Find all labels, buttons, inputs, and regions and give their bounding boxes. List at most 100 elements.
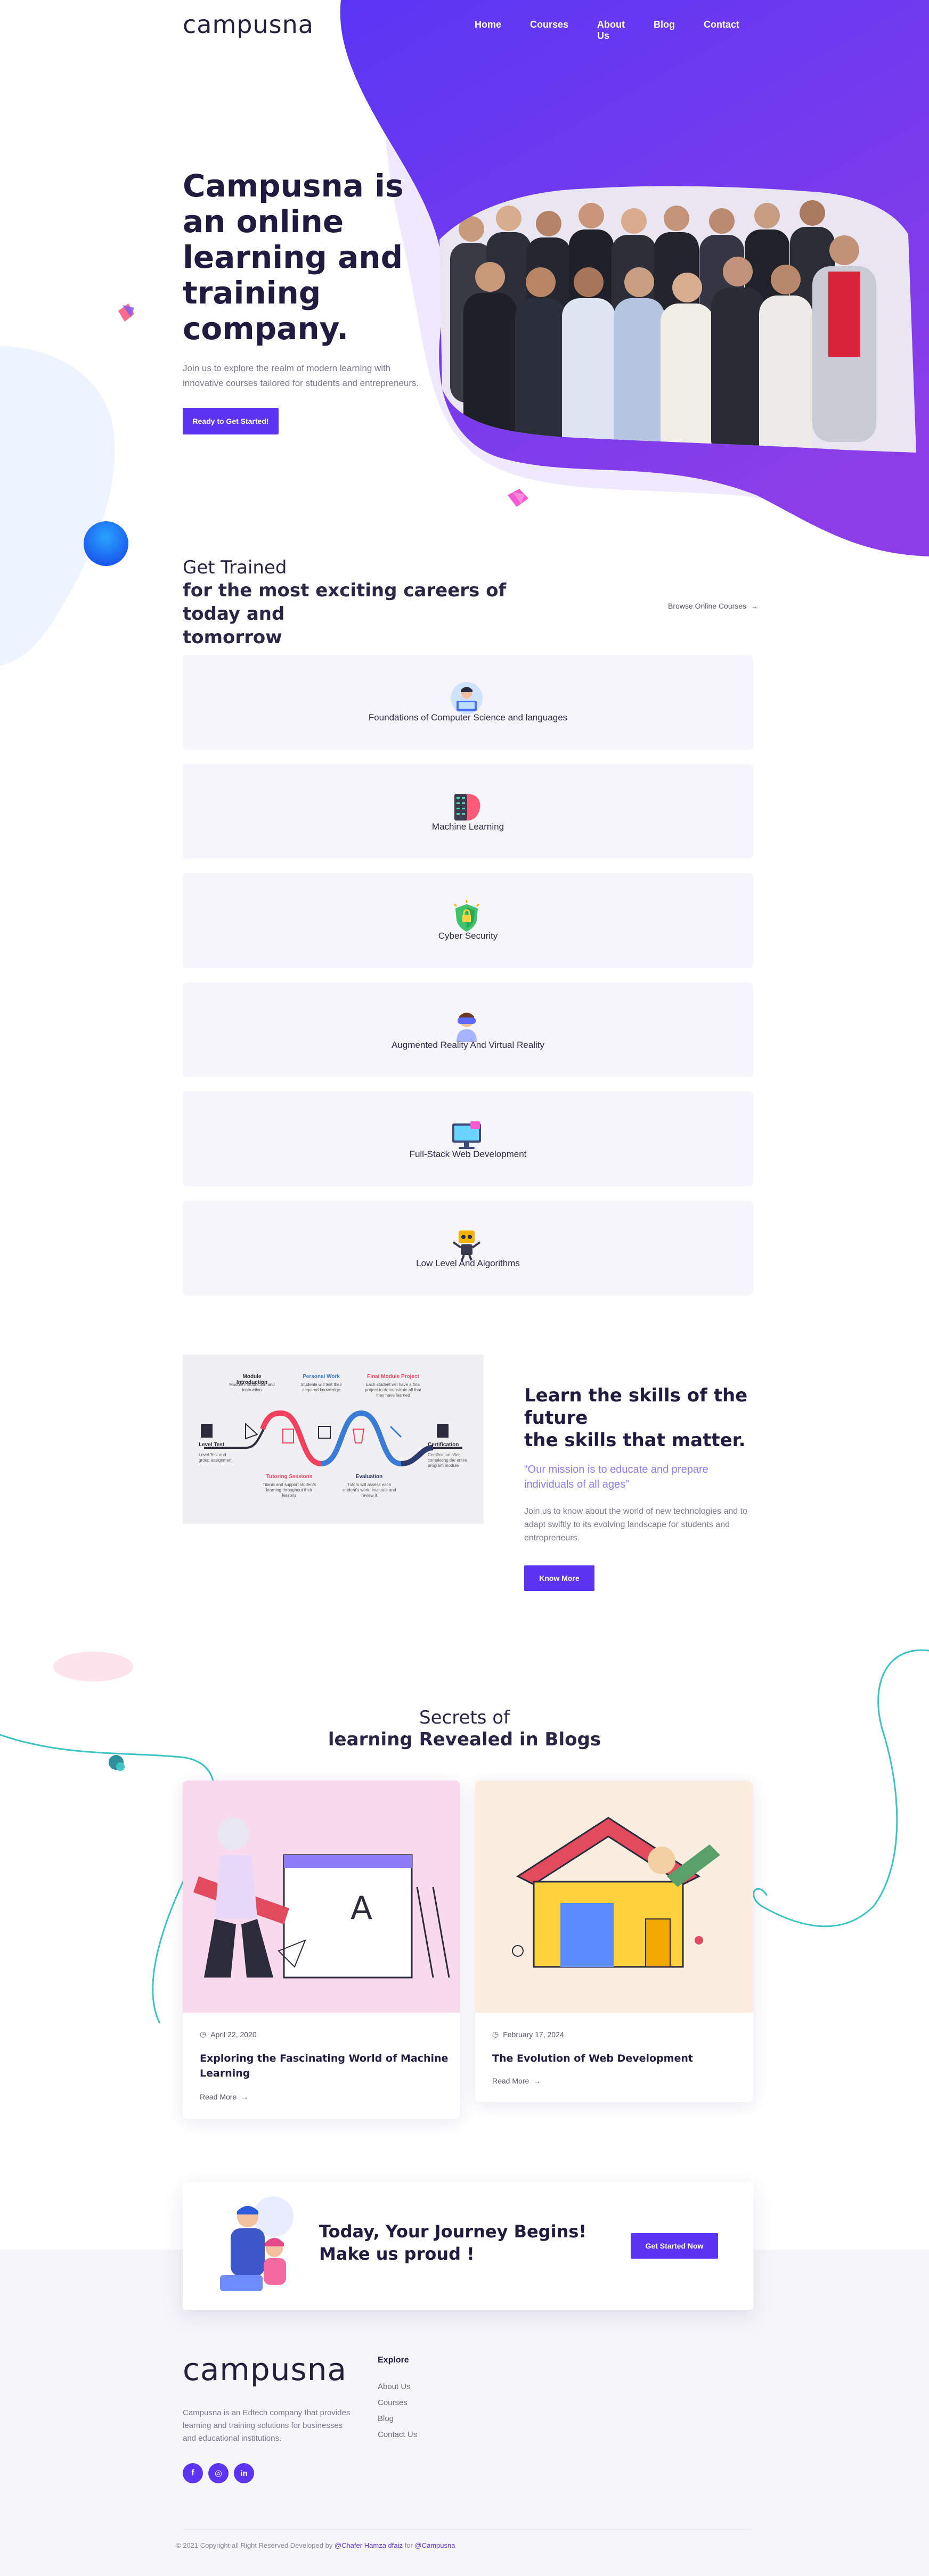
hero-title-line: company. [183, 310, 349, 347]
browse-courses-link[interactable]: Browse Online Courses → [668, 602, 758, 610]
skills-body-line: adapt swiftly to its evolving landscape … [524, 1520, 730, 1529]
courses-heading-line: tomorrow [183, 627, 282, 648]
nav-about-us[interactable]: About Us [597, 19, 625, 42]
learning-path-infographic: Module Introduction Module introduction … [183, 1355, 484, 1524]
step-desc: Tutors will assess each student's work, … [342, 1482, 396, 1498]
clock-icon: ◷ [492, 2030, 499, 2038]
step-title: Certification [428, 1442, 459, 1448]
instagram-icon[interactable]: ◎ [208, 2463, 229, 2483]
arrow-right-icon: → [533, 2077, 541, 2085]
post-date: ◷ February 17, 2024 [492, 2030, 564, 2039]
footer-link-about-us[interactable]: About Us [378, 2382, 411, 2391]
post-date-text: April 22, 2020 [210, 2030, 257, 2039]
course-label: Low Level And Algorithms [416, 1258, 520, 1268]
course-label: Augmented Reality And Virtual Reality [392, 1040, 544, 1050]
post-title-line: Exploring the Fascinating World of Machi… [200, 2053, 449, 2064]
step-title: Evaluation [355, 1474, 383, 1480]
copyright: © 2021 Copyright all Right Reserved Deve… [176, 2541, 455, 2549]
page-root: campusna Home Courses About Us Blog Cont… [0, 0, 929, 2576]
robot-icon [452, 1230, 481, 1261]
copyright-author-link[interactable]: @Chafer Hamza dfaiz [335, 2541, 403, 2549]
journey-banner: Today, Your Journey Begins! Make us prou… [183, 2182, 753, 2310]
hero-cta-button[interactable]: Ready to Get Started! [183, 408, 279, 434]
footer-link-contact-us[interactable]: Contact Us [378, 2430, 417, 2439]
facebook-icon[interactable]: f [183, 2463, 203, 2483]
skills-title-line: Learn the skills of the [524, 1385, 748, 1406]
mission-quote: “Our mission is to educate and prepare i… [524, 1462, 708, 1492]
read-more-link[interactable]: Read More → [492, 2077, 541, 2085]
blog-image-house [475, 1781, 753, 2013]
blog-image-writing: A [183, 1781, 460, 2013]
hero-subtitle-line: Join us to explore the realm of modern l… [183, 363, 391, 373]
read-more-label: Read More [200, 2093, 237, 2101]
copyright-middle: for [403, 2541, 415, 2549]
skills-title-line: future [524, 1407, 588, 1429]
svg-text:A: A [351, 1890, 372, 1927]
hero-title-line: learning and [183, 239, 403, 275]
course-card[interactable]: Low Level And Algorithms [183, 1201, 753, 1295]
blog-card[interactable]: ◷ February 17, 2024 The Evolution of Web… [475, 1781, 753, 2102]
step-title: Final Module Project [367, 1374, 419, 1380]
course-card[interactable]: Foundations of Computer Science and lang… [183, 655, 753, 750]
footer-about-line: and educational institutions. [183, 2434, 282, 2443]
blogs-heading-light: Secrets of [419, 1707, 510, 1728]
course-card[interactable]: Augmented Reality And Virtual Reality [183, 982, 753, 1077]
footer-link-blog[interactable]: Blog [378, 2414, 394, 2423]
read-more-link[interactable]: Read More → [200, 2093, 248, 2101]
courses-heading-line: for the most exciting careers of today a… [183, 580, 507, 625]
step-desc: Module introduction and instruction [229, 1382, 275, 1392]
site-logo[interactable]: campusna [183, 10, 314, 39]
arrow-right-icon: → [241, 2093, 249, 2101]
get-started-button[interactable]: Get Started Now [631, 2233, 718, 2259]
blog-card[interactable]: A ◷ April 22, 2020 Exploring the Fascina… [183, 1781, 460, 2119]
know-more-button[interactable]: Know More [524, 1565, 594, 1591]
clock-icon: ◷ [200, 2030, 207, 2038]
footer-about-line: Campusna is an Edtech company that provi… [183, 2408, 351, 2417]
hero-title: Campusna is an online learning and train… [183, 168, 460, 347]
skills-body-line: Join us to know about the world of new t… [524, 1507, 747, 1516]
shield-icon [453, 900, 480, 932]
course-card[interactable]: Machine Learning [183, 764, 753, 859]
course-label: Foundations of Computer Science and lang… [368, 712, 568, 723]
footer-link-courses[interactable]: Courses [378, 2398, 408, 2407]
step-desc: Titanic and support students learning th… [262, 1482, 316, 1498]
footer-logo[interactable]: campusna [183, 2352, 347, 2386]
arrow-right-icon: → [751, 602, 759, 610]
post-title[interactable]: The Evolution of Web Development [492, 2051, 693, 2066]
banner-title: Today, Your Journey Begins! Make us prou… [319, 2220, 586, 2265]
linkedin-icon[interactable]: in [234, 2463, 254, 2483]
read-more-label: Read More [492, 2077, 529, 2085]
step-title: Personal Work [303, 1374, 340, 1380]
step-desc: Each student will have a final project t… [365, 1382, 421, 1398]
course-label: Full-Stack Web Development [409, 1149, 527, 1159]
browse-courses-label: Browse Online Courses [668, 602, 747, 610]
hero-team-photo [439, 186, 916, 453]
post-date-text: February 17, 2024 [503, 2030, 564, 2039]
brain-chip-icon [454, 794, 480, 821]
post-title[interactable]: Exploring the Fascinating World of Machi… [200, 2051, 448, 2081]
course-label: Cyber Security [438, 931, 498, 941]
post-date: ◷ April 22, 2020 [200, 2030, 257, 2039]
explore-title: Explore [378, 2356, 409, 2365]
step-desc: Level Test and group assignment [199, 1453, 233, 1463]
vr-headset-icon [457, 1012, 477, 1042]
programmer-icon [451, 682, 483, 714]
hero-title-line: Campusna is [183, 168, 404, 204]
footer-about: Campusna is an Edtech company that provi… [183, 2407, 350, 2445]
courses-heading-bold: for the most exciting careers of today a… [183, 579, 566, 649]
social-links: f ◎ in [183, 2463, 254, 2483]
nav-blog[interactable]: Blog [654, 19, 675, 42]
course-card[interactable]: Full-Stack Web Development [183, 1092, 753, 1186]
hero-subtitle-line: innovative courses tailored for students… [183, 378, 419, 388]
course-card[interactable]: Cyber Security [183, 873, 753, 968]
main-nav: Home Courses About Us Blog Contact [473, 19, 739, 42]
hero-subtitle: Join us to explore the realm of modern l… [183, 361, 438, 391]
step-desc: Certification after completing the entir… [428, 1453, 468, 1468]
nav-home[interactable]: Home [475, 19, 501, 42]
nav-courses[interactable]: Courses [530, 19, 568, 42]
post-title-line: The Evolution of Web Development [492, 2053, 693, 2064]
copyright-brand-link[interactable]: @Campusna [414, 2541, 455, 2549]
copyright-prefix: © 2021 Copyright all Right Reserved Deve… [176, 2541, 335, 2549]
nav-contact[interactable]: Contact [704, 19, 739, 42]
step-title: Tutoring Sessions [266, 1474, 313, 1480]
